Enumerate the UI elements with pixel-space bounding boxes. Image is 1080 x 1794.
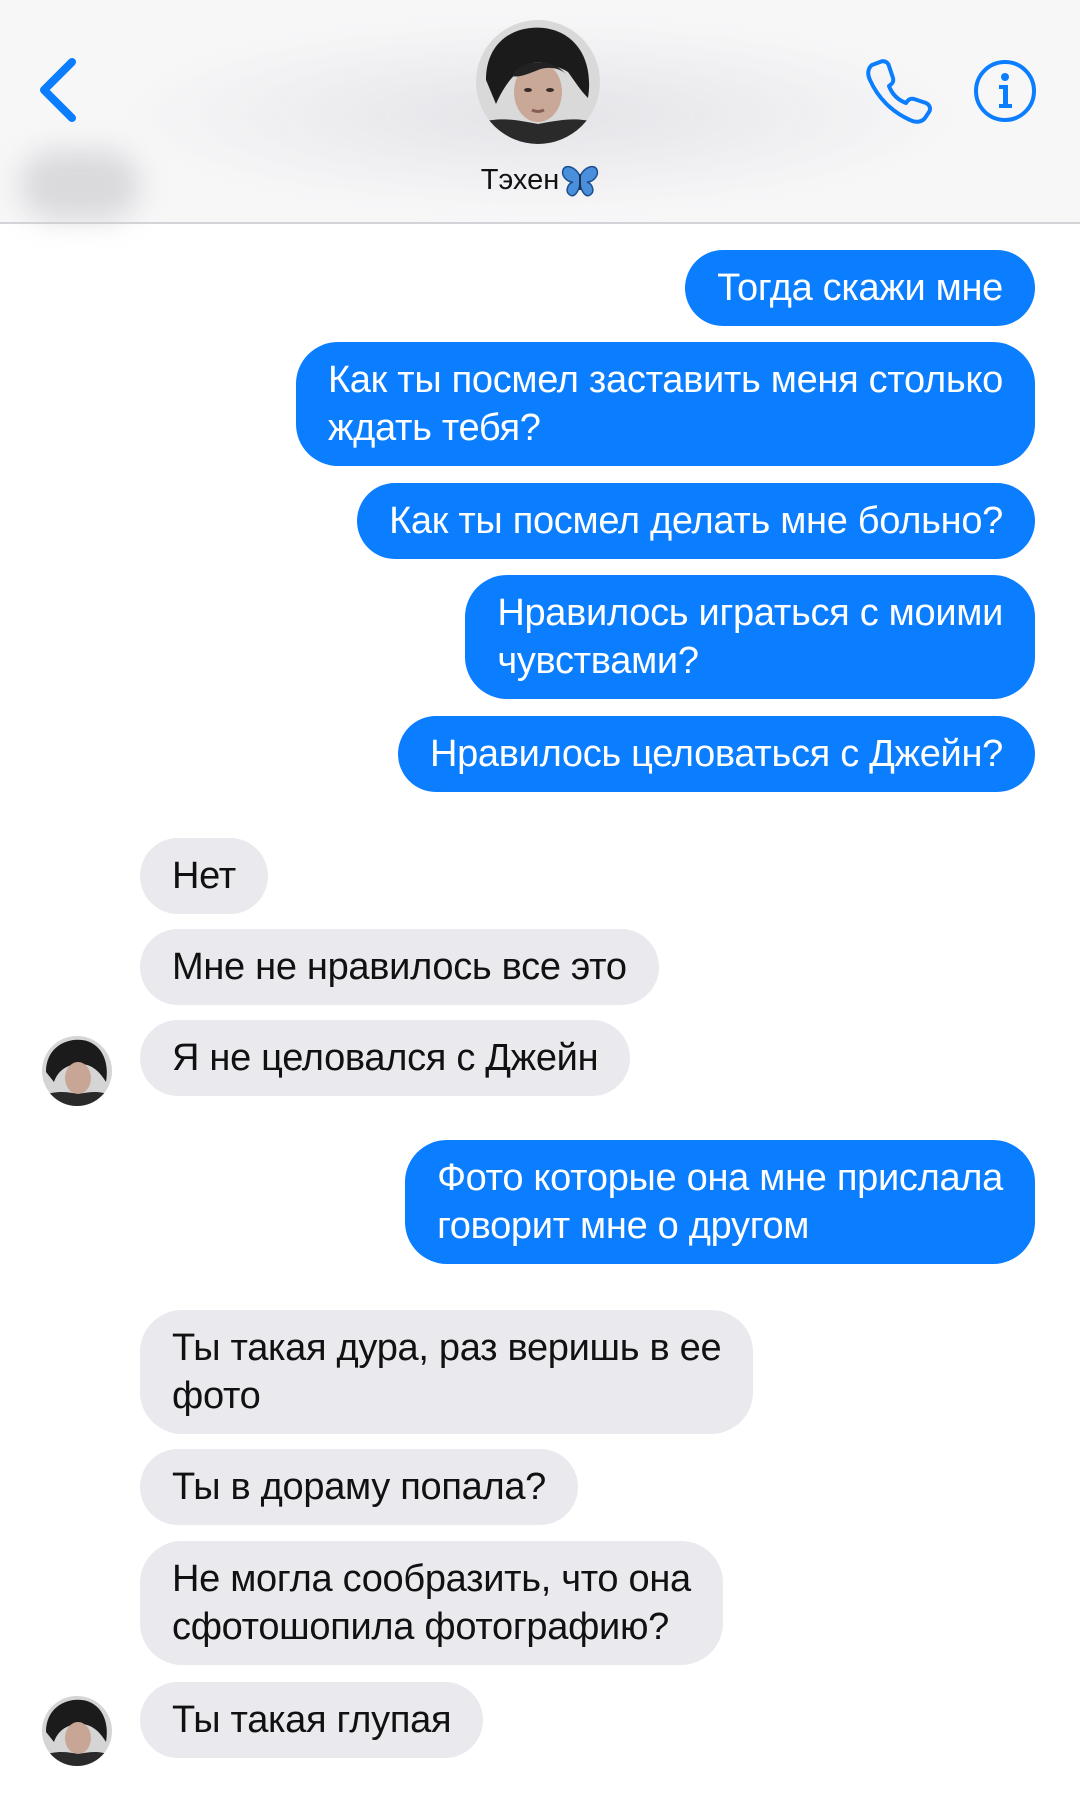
message-text: сфотошопила фотографию? — [172, 1606, 669, 1648]
message-bubble-incoming[interactable]: Нет — [140, 838, 268, 914]
message-text: Нет — [172, 855, 236, 897]
contact-avatar[interactable] — [476, 20, 600, 144]
message-bubble-outgoing[interactable]: Как ты посмел делать мне больно? — [357, 483, 1035, 559]
message-text: Как ты посмел делать мне больно? — [389, 500, 1003, 542]
message-text: фото — [172, 1375, 261, 1417]
contact-avatar-small — [42, 1036, 112, 1106]
contact-avatar-small — [42, 1696, 112, 1766]
message-text: Нравилось играться с моими — [497, 592, 1003, 634]
message-text: Ты в дораму попала? — [172, 1466, 547, 1508]
contact-name-text: Тэхен — [480, 164, 560, 196]
phone-icon — [866, 59, 932, 124]
message-bubble-outgoing[interactable]: Как ты посмел заставить меня столько жда… — [295, 342, 1035, 466]
message-text: Ты такая глупая — [172, 1699, 452, 1741]
message-bubble-incoming[interactable]: Ты такая глупая — [140, 1682, 484, 1758]
message-bubble-incoming[interactable]: Ты такая дура, раз веришь в ее фото — [140, 1310, 754, 1434]
message-bubble-incoming[interactable]: Мне не нравилось все это — [140, 929, 659, 1005]
message-text: чувствами? — [497, 640, 699, 682]
message-text: Фото которые она мне прислала — [437, 1157, 1003, 1199]
chevron-left-icon — [40, 58, 76, 122]
call-button[interactable] — [862, 56, 932, 126]
info-button[interactable] — [972, 58, 1038, 124]
message-text: Тогда скажи мне — [717, 267, 1003, 309]
message-bubble-incoming[interactable]: Я не целовался с Джейн — [140, 1020, 631, 1096]
message-bubble-outgoing[interactable]: Нравилось целоваться с Джейн? — [397, 716, 1035, 792]
message-bubble-outgoing[interactable]: Нравилось играться с моими чувствами? — [465, 575, 1035, 699]
butterfly-icon — [562, 166, 599, 197]
message-bubble-incoming[interactable]: Ты в дораму попала? — [140, 1449, 579, 1525]
message-text: ждать тебя? — [327, 407, 541, 449]
message-text: Нравилось целоваться с Джейн? — [429, 733, 1003, 775]
back-button[interactable] — [30, 50, 90, 130]
message-text: Как ты посмел заставить меня столько — [327, 359, 1003, 401]
message-text: Я не целовался с Джейн — [172, 1037, 599, 1079]
message-bubble-outgoing[interactable]: Фото которые она мне прислала говорит мн… — [405, 1140, 1035, 1264]
message-bubble-outgoing[interactable]: Тогда скажи мне — [685, 250, 1035, 326]
chat-header: Тэхен — [0, 0, 1080, 224]
info-icon — [974, 60, 1036, 122]
message-text: говорит мне о другом — [437, 1205, 810, 1247]
message-bubble-incoming[interactable]: Не могла сообразить, что она сфотошопила… — [140, 1541, 723, 1665]
message-text: Не могла сообразить, что она — [172, 1558, 691, 1600]
message-text: Ты такая дура, раз веришь в ее — [172, 1327, 722, 1369]
message-text: Мне не нравилось все это — [172, 946, 627, 988]
contact-name[interactable]: Тэхен — [0, 160, 1080, 200]
